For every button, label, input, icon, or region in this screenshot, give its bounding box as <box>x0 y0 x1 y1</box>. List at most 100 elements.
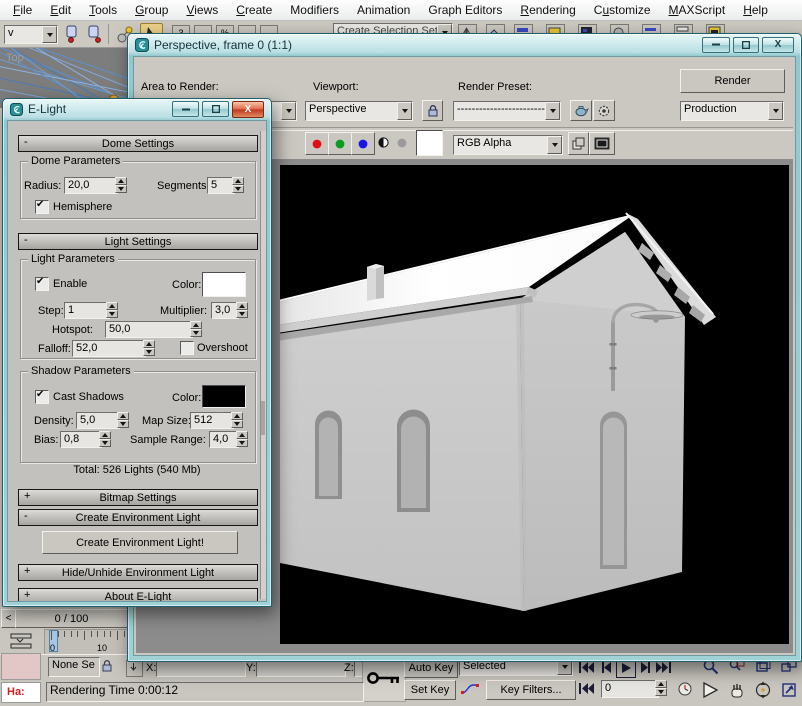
cast-shadows-checkbox[interactable] <box>35 390 49 404</box>
spinner-down-icon[interactable] <box>99 439 111 447</box>
set-key-button[interactable]: Set Key <box>404 680 456 700</box>
menu-item-tools[interactable]: Tools <box>80 1 126 19</box>
rollout-about[interactable]: + About E-Light <box>18 588 258 602</box>
segments-field[interactable]: 5 <box>207 177 235 194</box>
spinner-down-icon[interactable] <box>143 348 155 356</box>
spinner-up-icon[interactable] <box>655 680 667 688</box>
time-slider-prev-button[interactable]: < <box>1 609 16 628</box>
time-configuration-button[interactable] <box>676 680 694 698</box>
set-key-mode-panel[interactable] <box>362 655 406 702</box>
spinner-down-icon[interactable] <box>236 310 248 318</box>
field-of-view-button[interactable] <box>700 680 722 700</box>
clone-window-button[interactable] <box>568 132 589 155</box>
create-environment-light-button[interactable]: Create Environment Light! <box>42 531 238 554</box>
spinner-down-icon[interactable] <box>655 688 667 696</box>
go-to-end-button[interactable] <box>654 660 673 675</box>
render-teapot-button[interactable] <box>570 100 592 121</box>
chevron-down-icon[interactable] <box>547 136 562 154</box>
hotspot-spinner[interactable] <box>190 321 202 337</box>
red-channel-button[interactable] <box>305 132 329 155</box>
falloff-spinner[interactable] <box>143 340 155 356</box>
menu-item-rendering[interactable]: Rendering <box>511 1 584 19</box>
multiplier-field[interactable]: 3,0 <box>211 302 239 319</box>
spinner-down-icon[interactable] <box>106 310 118 318</box>
close-button[interactable]: X <box>232 101 264 118</box>
multiplier-spinner[interactable] <box>236 302 248 318</box>
map-size-field[interactable]: 512 <box>190 412 234 429</box>
green-channel-button[interactable] <box>328 132 352 155</box>
close-button[interactable]: X <box>762 37 794 53</box>
segments-spinner[interactable] <box>232 177 244 193</box>
key-filters-button[interactable]: Key Filters... <box>486 680 576 700</box>
pan-button[interactable] <box>726 680 748 700</box>
maxscript-listener-white[interactable]: Ha: <box>1 682 41 703</box>
scrollbar-thumb[interactable] <box>261 401 265 435</box>
spinner-down-icon[interactable] <box>232 185 244 193</box>
menu-item-help[interactable]: Help <box>734 1 777 19</box>
maxscript-listener-pink[interactable] <box>1 653 41 680</box>
spinner-down-icon[interactable] <box>190 329 202 337</box>
select-and-link-icon[interactable] <box>62 24 82 44</box>
monochrome-channel-button[interactable] <box>375 132 392 153</box>
chevron-down-icon[interactable] <box>42 26 57 43</box>
previous-frame-button[interactable] <box>599 660 614 675</box>
spinner-up-icon[interactable] <box>117 412 129 420</box>
expand-icon[interactable]: + <box>24 490 30 502</box>
unlink-selection-icon[interactable] <box>84 24 104 44</box>
sample-range-spinner[interactable] <box>236 431 248 447</box>
spinner-up-icon[interactable] <box>236 431 248 439</box>
viewport-lock-button[interactable] <box>422 100 443 121</box>
render-canvas[interactable] <box>280 165 789 644</box>
rollout-scrollbar[interactable] <box>260 131 266 599</box>
step-spinner[interactable] <box>106 302 118 318</box>
density-field[interactable]: 5,0 <box>76 412 120 429</box>
spinner-down-icon[interactable] <box>115 185 127 193</box>
chevron-down-icon[interactable] <box>281 102 296 120</box>
spinner-up-icon[interactable] <box>115 177 127 185</box>
arc-rotate-button[interactable] <box>752 680 774 700</box>
rollout-dome-settings[interactable]: - Dome Settings <box>18 135 258 152</box>
menu-item-views[interactable]: Views <box>177 1 227 19</box>
collapse-icon[interactable]: - <box>24 234 28 246</box>
menu-item-file[interactable]: File <box>4 1 41 19</box>
sample-range-field[interactable]: 4,0 <box>209 431 239 448</box>
chevron-down-icon[interactable] <box>545 102 560 120</box>
menu-item-create[interactable]: Create <box>227 1 281 19</box>
falloff-field[interactable]: 52,0 <box>72 340 146 357</box>
render-settings-button[interactable] <box>593 100 615 121</box>
render-window-titlebar[interactable]: Perspective, frame 0 (1:1) X <box>128 34 801 55</box>
menu-item-customize[interactable]: Customize <box>585 1 660 19</box>
collapse-icon[interactable]: - <box>24 510 28 522</box>
spinner-up-icon[interactable] <box>190 321 202 329</box>
collapse-icon[interactable]: - <box>24 136 28 148</box>
background-color-swatch[interactable] <box>416 130 443 156</box>
minimize-button[interactable] <box>702 37 730 53</box>
overshoot-checkbox[interactable] <box>180 341 194 355</box>
elight-dialog[interactable]: E-Light X - Dome Settings Dome Parameter… <box>2 98 272 607</box>
menu-item-edit[interactable]: Edit <box>41 1 80 19</box>
viewport-corner-label[interactable]: Top <box>6 52 24 64</box>
chevron-down-icon[interactable] <box>397 102 412 120</box>
spinner-up-icon[interactable] <box>106 302 118 310</box>
light-color-swatch[interactable] <box>202 272 246 297</box>
toggle-ui-button[interactable] <box>589 132 615 155</box>
menu-item-graph-editors[interactable]: Graph Editors <box>419 1 511 19</box>
radius-spinner[interactable] <box>115 177 127 193</box>
alpha-channel-button[interactable] <box>393 132 410 153</box>
blue-channel-button[interactable] <box>351 132 375 155</box>
trackbar-ruler[interactable]: 0 10 <box>44 629 129 655</box>
mini-curve-editor-button[interactable] <box>2 630 40 652</box>
chevron-down-icon[interactable] <box>768 102 783 120</box>
frame-spinner[interactable] <box>655 680 667 696</box>
spinner-up-icon[interactable] <box>236 302 248 310</box>
maximize-button[interactable] <box>733 37 759 53</box>
key-mode-toggle-button[interactable] <box>577 681 596 696</box>
spinner-up-icon[interactable] <box>143 340 155 348</box>
rollout-hide-unhide[interactable]: + Hide/Unhide Environment Light <box>18 564 258 581</box>
spinner-up-icon[interactable] <box>232 177 244 185</box>
hotspot-field[interactable]: 50,0 <box>105 321 193 338</box>
spinner-down-icon[interactable] <box>231 420 243 428</box>
spinner-up-icon[interactable] <box>231 412 243 420</box>
spinner-down-icon[interactable] <box>117 420 129 428</box>
menu-item-maxscript[interactable]: MAXScript <box>660 1 735 19</box>
